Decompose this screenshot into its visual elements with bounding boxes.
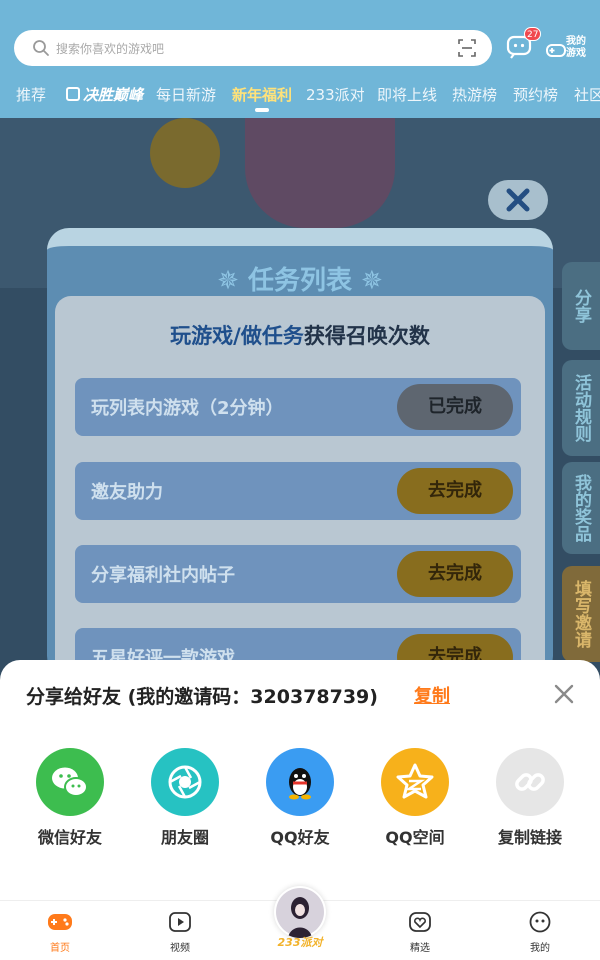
balloon-art <box>150 118 220 188</box>
qq-icon <box>266 748 334 816</box>
tab-reserve-chart[interactable]: 预约榜 <box>513 84 558 105</box>
task-row: 分享福利社内帖子 去完成 <box>75 545 521 603</box>
snowflake-icon: ✵ <box>217 266 248 296</box>
side-rules-button[interactable]: 活动规则 <box>562 360 600 456</box>
tab-juesheng[interactable]: 决胜巅峰 <box>66 84 143 105</box>
side-prizes-button[interactable]: 我的奖品 <box>562 462 600 554</box>
scan-icon[interactable] <box>458 39 476 57</box>
task-label: 分享福利社内帖子 <box>91 565 235 586</box>
share-qzone-button[interactable]: QQ空间 <box>365 748 465 848</box>
task-subtitle-highlight: 玩游戏/做任务 <box>170 324 304 348</box>
search-icon <box>33 40 49 56</box>
my-games-button[interactable]: 我的 游戏 <box>546 36 598 62</box>
tab-hot-chart[interactable]: 热游榜 <box>452 84 497 105</box>
nav-233-party[interactable] <box>274 886 326 938</box>
share-option-label: QQ空间 <box>385 828 445 847</box>
active-tab-indicator <box>255 108 269 112</box>
task-label: 邀友助力 <box>91 482 163 503</box>
qzone-icon <box>381 748 449 816</box>
top-header: 搜索你喜欢的游戏吧 27 我的 游戏 推荐 决胜巅峰 每日新游 新年福利 233派… <box>0 0 600 118</box>
nav-233-party-label: 233派对 <box>277 936 323 949</box>
copy-invite-code-button[interactable]: 复制 <box>414 682 450 708</box>
juesheng-logo-icon <box>66 87 80 101</box>
link-icon <box>496 748 564 816</box>
nav-video[interactable]: 视频 <box>140 911 220 954</box>
nav-me[interactable]: 我的 <box>500 911 580 954</box>
task-list-panel: ✵ 任务列表 ✵ 玩游戏/做任务获得召唤次数 玩列表内游戏（2分钟） 已完成 邀… <box>47 228 553 696</box>
task-row: 玩列表内游戏（2分钟） 已完成 <box>75 378 521 436</box>
message-badge: 27 <box>524 27 542 41</box>
share-option-label: 复制链接 <box>497 828 562 847</box>
task-go-button[interactable]: 去完成 <box>397 551 513 597</box>
tab-community[interactable]: 社区 <box>574 84 600 105</box>
nav-label: 视频 <box>170 943 190 954</box>
panel-close-button[interactable] <box>488 180 548 220</box>
tab-coming-soon[interactable]: 即将上线 <box>377 84 437 105</box>
tab-daily-new[interactable]: 每日新游 <box>156 84 216 105</box>
tab-recommend[interactable]: 推荐 <box>16 84 46 105</box>
side-share-button[interactable]: 分享 <box>562 262 600 350</box>
task-subtitle: 玩游戏/做任务获得召唤次数 <box>55 320 545 350</box>
share-sheet: 分享给好友 (我的邀请码：320378739) 复制 微信好友 朋友圈 QQ好友… <box>0 660 600 900</box>
messages-button[interactable]: 27 <box>506 27 542 61</box>
close-icon[interactable] <box>552 682 576 706</box>
gamepad-icon <box>546 44 566 57</box>
video-icon <box>169 912 191 932</box>
search-placeholder: 搜索你喜欢的游戏吧 <box>56 42 165 56</box>
share-option-label: QQ好友 <box>270 828 330 847</box>
side-invite-button[interactable]: 填写邀请 <box>562 566 600 662</box>
mascot-character-art <box>245 118 395 228</box>
share-moments-button[interactable]: 朋友圈 <box>135 748 235 848</box>
tab-new-year-welfare-label: 新年福利 <box>232 86 293 104</box>
nav-featured[interactable]: 精选 <box>380 911 460 954</box>
share-option-label: 朋友圈 <box>160 828 209 847</box>
share-option-label: 微信好友 <box>37 828 102 847</box>
gamepad-icon <box>48 914 72 930</box>
task-go-button[interactable]: 去完成 <box>397 468 513 514</box>
tab-233-party[interactable]: 233派对 <box>306 84 365 105</box>
wechat-icon <box>36 748 104 816</box>
tab-new-year-welfare[interactable]: 新年福利 <box>232 84 293 112</box>
my-games-label: 我的 游戏 <box>566 36 586 59</box>
category-tabs: 推荐 决胜巅峰 每日新游 新年福利 233派对 即将上线 热游榜 预约榜 社区 <box>0 84 600 112</box>
share-copy-link-button[interactable]: 复制链接 <box>480 748 580 848</box>
share-qq-button[interactable]: QQ好友 <box>250 748 350 848</box>
task-row: 邀友助力 去完成 <box>75 462 521 520</box>
tab-juesheng-label: 决胜巅峰 <box>83 86 144 104</box>
nav-label: 我的 <box>530 943 550 954</box>
share-sheet-title: 分享给好友 (我的邀请码：320378739) <box>26 686 378 708</box>
panel-title: ✵ 任务列表 ✵ <box>47 260 553 297</box>
task-done-button[interactable]: 已完成 <box>397 384 513 430</box>
party-avatar-icon <box>276 888 324 938</box>
nav-label: 首页 <box>50 943 70 954</box>
nav-home[interactable]: 首页 <box>20 911 100 954</box>
panel-title-text: 任务列表 <box>247 266 352 296</box>
task-list-body: 玩游戏/做任务获得召唤次数 玩列表内游戏（2分钟） 已完成 邀友助力 去完成 分… <box>55 296 545 696</box>
search-bar[interactable]: 搜索你喜欢的游戏吧 <box>14 30 492 66</box>
heart-icon <box>409 912 431 932</box>
snowflake-icon: ✵ <box>352 266 383 296</box>
nav-label: 精选 <box>410 943 430 954</box>
task-label: 玩列表内游戏（2分钟） <box>91 398 284 419</box>
close-icon <box>506 188 530 212</box>
moments-icon <box>151 748 219 816</box>
task-subtitle-rest: 获得召唤次数 <box>303 324 430 348</box>
face-icon <box>529 911 551 933</box>
share-wechat-button[interactable]: 微信好友 <box>20 748 120 848</box>
